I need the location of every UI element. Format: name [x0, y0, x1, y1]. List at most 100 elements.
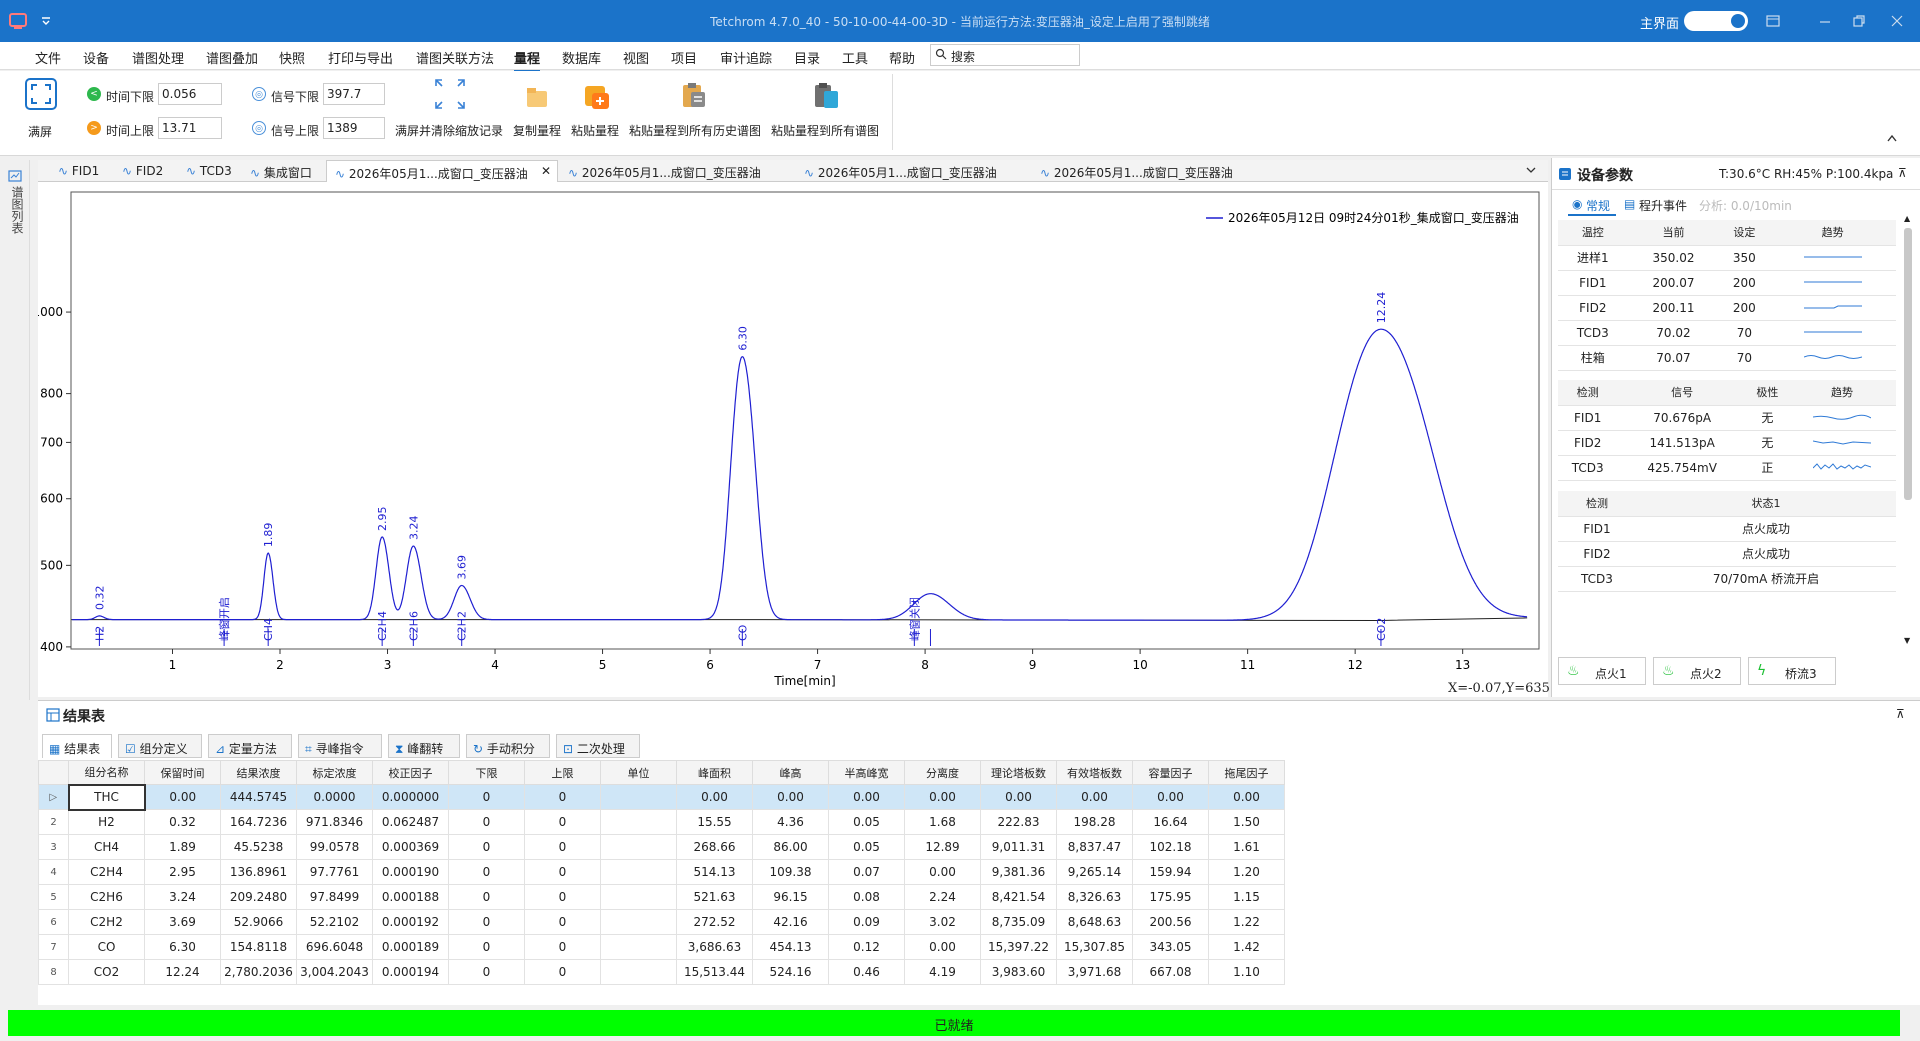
scroll-down-icon[interactable]: ▼ [1904, 636, 1910, 645]
col-header[interactable]: 下限 [448, 760, 525, 785]
col-header[interactable]: 理论塔板数 [980, 760, 1057, 785]
table-cell[interactable]: 2.95 [144, 859, 221, 885]
table-cell[interactable]: 667.08 [1132, 959, 1209, 985]
table-cell[interactable]: 0.000194 [372, 959, 449, 985]
table-cell[interactable]: 15,307.85 [1056, 934, 1133, 960]
tab-integration-window[interactable]: ∿ 集成窗口 [250, 160, 326, 182]
table-cell[interactable]: 1.61 [1208, 834, 1285, 860]
table-cell[interactable]: 0 [524, 784, 601, 810]
table-cell[interactable]: 222.83 [980, 809, 1057, 835]
table-row[interactable]: 3 CH4 1.89 45.5238 99.0578 0.000369 0 0 268.66 86… [38, 834, 1285, 860]
table-cell[interactable]: 272.52 [676, 909, 753, 935]
table-cell[interactable]: 0.05 [828, 834, 905, 860]
table-cell[interactable]: 696.6048 [296, 934, 373, 960]
table-cell[interactable]: 524.16 [752, 959, 829, 985]
table-cell[interactable]: 0 [448, 834, 525, 860]
col-header[interactable]: 标定浓度 [296, 760, 373, 785]
chromatogram-chart[interactable]: 0.32 H2 峰窗开启 1.89 CH4 2.95 C2H4 3.24 C2H6 3.69 C2H… [38, 182, 1579, 697]
table-cell[interactable]: 0.00 [980, 784, 1057, 810]
table-cell[interactable] [600, 859, 677, 885]
tab-run-2[interactable]: ∿ 2026年05月1...成窗口_变压器油 [568, 160, 788, 182]
table-cell[interactable]: 0.46 [828, 959, 905, 985]
chart-svg[interactable]: 0.32 H2 峰窗开启 1.89 CH4 2.95 C2H4 3.24 C2H6 3.69 C2H… [38, 182, 1548, 697]
table-cell[interactable]: 0.12 [828, 934, 905, 960]
table-cell[interactable]: 521.63 [676, 884, 753, 910]
tab-component-definition[interactable]: ☑ 组分定义 [118, 734, 202, 758]
table-cell[interactable] [600, 784, 677, 810]
menu-print-export[interactable]: 打印与导出 [328, 48, 393, 67]
menu-help[interactable]: 帮助 [889, 48, 915, 67]
menu-chromatogram-processing[interactable]: 谱图处理 [132, 48, 184, 67]
menu-database[interactable]: 数据库 [562, 48, 601, 67]
table-cell[interactable]: 12.89 [904, 834, 981, 860]
paste-range-all-button[interactable]: 粘贴量程到所有谱图 [771, 75, 886, 147]
restore-layout-icon[interactable] [1766, 14, 1780, 36]
table-row[interactable]: 4 C2H4 2.95 136.8961 97.7761 0.000190 0 0 514.13… [38, 859, 1285, 885]
menu-view[interactable]: 视图 [623, 48, 649, 67]
chromatogram-list-strip[interactable]: 谱图列表 [0, 160, 30, 700]
table-cell[interactable]: 0 [524, 834, 601, 860]
table-cell[interactable]: H2 [68, 809, 145, 835]
table-cell[interactable]: 97.7761 [296, 859, 373, 885]
table-cell[interactable]: 0.00 [752, 784, 829, 810]
tab-fid2[interactable]: ∿ FID2 [122, 160, 172, 182]
table-cell[interactable]: 0 [524, 934, 601, 960]
table-cell[interactable]: 0 [524, 909, 601, 935]
table-cell[interactable]: 971.8346 [296, 809, 373, 835]
table-cell[interactable]: 0.07 [828, 859, 905, 885]
pin-panel-icon[interactable]: ⊼ [1898, 166, 1907, 180]
table-cell[interactable]: 343.05 [1132, 934, 1209, 960]
table-cell[interactable]: 15,513.44 [676, 959, 753, 985]
tabs-dropdown-icon[interactable] [1526, 166, 1536, 174]
table-cell[interactable]: 97.8499 [296, 884, 373, 910]
table-cell[interactable]: 0.00 [904, 859, 981, 885]
table-cell[interactable] [600, 934, 677, 960]
col-header[interactable]: 拖尾因子 [1208, 760, 1285, 785]
table-cell[interactable]: 102.18 [1132, 834, 1209, 860]
fullscreen-button[interactable]: 满屏 [18, 76, 64, 146]
table-cell[interactable]: 0.00 [904, 934, 981, 960]
table-cell[interactable]: 0 [448, 884, 525, 910]
table-cell[interactable]: 0.09 [828, 909, 905, 935]
table-cell[interactable]: 0 [448, 934, 525, 960]
scroll-up-icon[interactable]: ▲ [1904, 214, 1910, 223]
table-cell[interactable]: 444.5745 [220, 784, 297, 810]
table-cell[interactable]: 0.00 [828, 784, 905, 810]
col-header[interactable]: 分离度 [904, 760, 981, 785]
table-cell[interactable]: 15.55 [676, 809, 753, 835]
table-cell[interactable]: 0.000189 [372, 934, 449, 960]
table-cell[interactable]: 0 [448, 809, 525, 835]
table-row[interactable]: 5 C2H6 3.24 209.2480 97.8499 0.000188 0 0 521.63… [38, 884, 1285, 910]
signal-upper-input[interactable]: 1389 [323, 117, 385, 139]
table-cell[interactable]: 2,780.2036 [220, 959, 297, 985]
col-header[interactable]: 单位 [600, 760, 677, 785]
table-cell[interactable]: 0.32 [144, 809, 221, 835]
table-cell[interactable]: 136.8961 [220, 859, 297, 885]
table-cell[interactable] [600, 884, 677, 910]
table-cell[interactable]: CH4 [68, 834, 145, 860]
col-header[interactable]: 结果浓度 [220, 760, 297, 785]
table-cell[interactable]: 0 [448, 859, 525, 885]
table-cell[interactable]: 0.08 [828, 884, 905, 910]
tab-tcd3[interactable]: ∿ TCD3 [186, 160, 242, 182]
table-row[interactable]: 6 C2H2 3.69 52.9066 52.2102 0.000192 0 0 272.52 4… [38, 909, 1285, 935]
table-cell[interactable] [600, 809, 677, 835]
results-table[interactable]: 组分名称 保留时间 结果浓度 标定浓度 校正因子 下限 上限 单位 峰面积 峰高 半高峰宽 分离度 理论… [38, 760, 1285, 985]
table-cell[interactable]: 42.16 [752, 909, 829, 935]
table-cell[interactable]: 175.95 [1132, 884, 1209, 910]
table-cell[interactable]: 3.24 [144, 884, 221, 910]
device-panel-scrollbar[interactable] [1904, 228, 1912, 500]
table-cell[interactable]: 9,011.31 [980, 834, 1057, 860]
table-cell[interactable]: 1.10 [1208, 959, 1285, 985]
table-cell[interactable]: C2H6 [68, 884, 145, 910]
time-lower-input[interactable]: 0.056 [158, 83, 222, 105]
table-cell[interactable]: 3.02 [904, 909, 981, 935]
tab-run-3[interactable]: ∿ 2026年05月1...成窗口_变压器油 [804, 160, 1024, 182]
table-cell[interactable]: 0 [524, 859, 601, 885]
table-cell[interactable]: 0.062487 [372, 809, 449, 835]
signal-lower-input[interactable]: 397.7 [323, 83, 385, 105]
tab-run-1[interactable]: ∿ 2026年05月1...成窗口_变压器油 ✕ [326, 160, 558, 182]
table-cell[interactable]: 12.24 [144, 959, 221, 985]
table-cell[interactable]: 0.00 [1208, 784, 1285, 810]
table-cell[interactable]: 3,971.68 [1056, 959, 1133, 985]
